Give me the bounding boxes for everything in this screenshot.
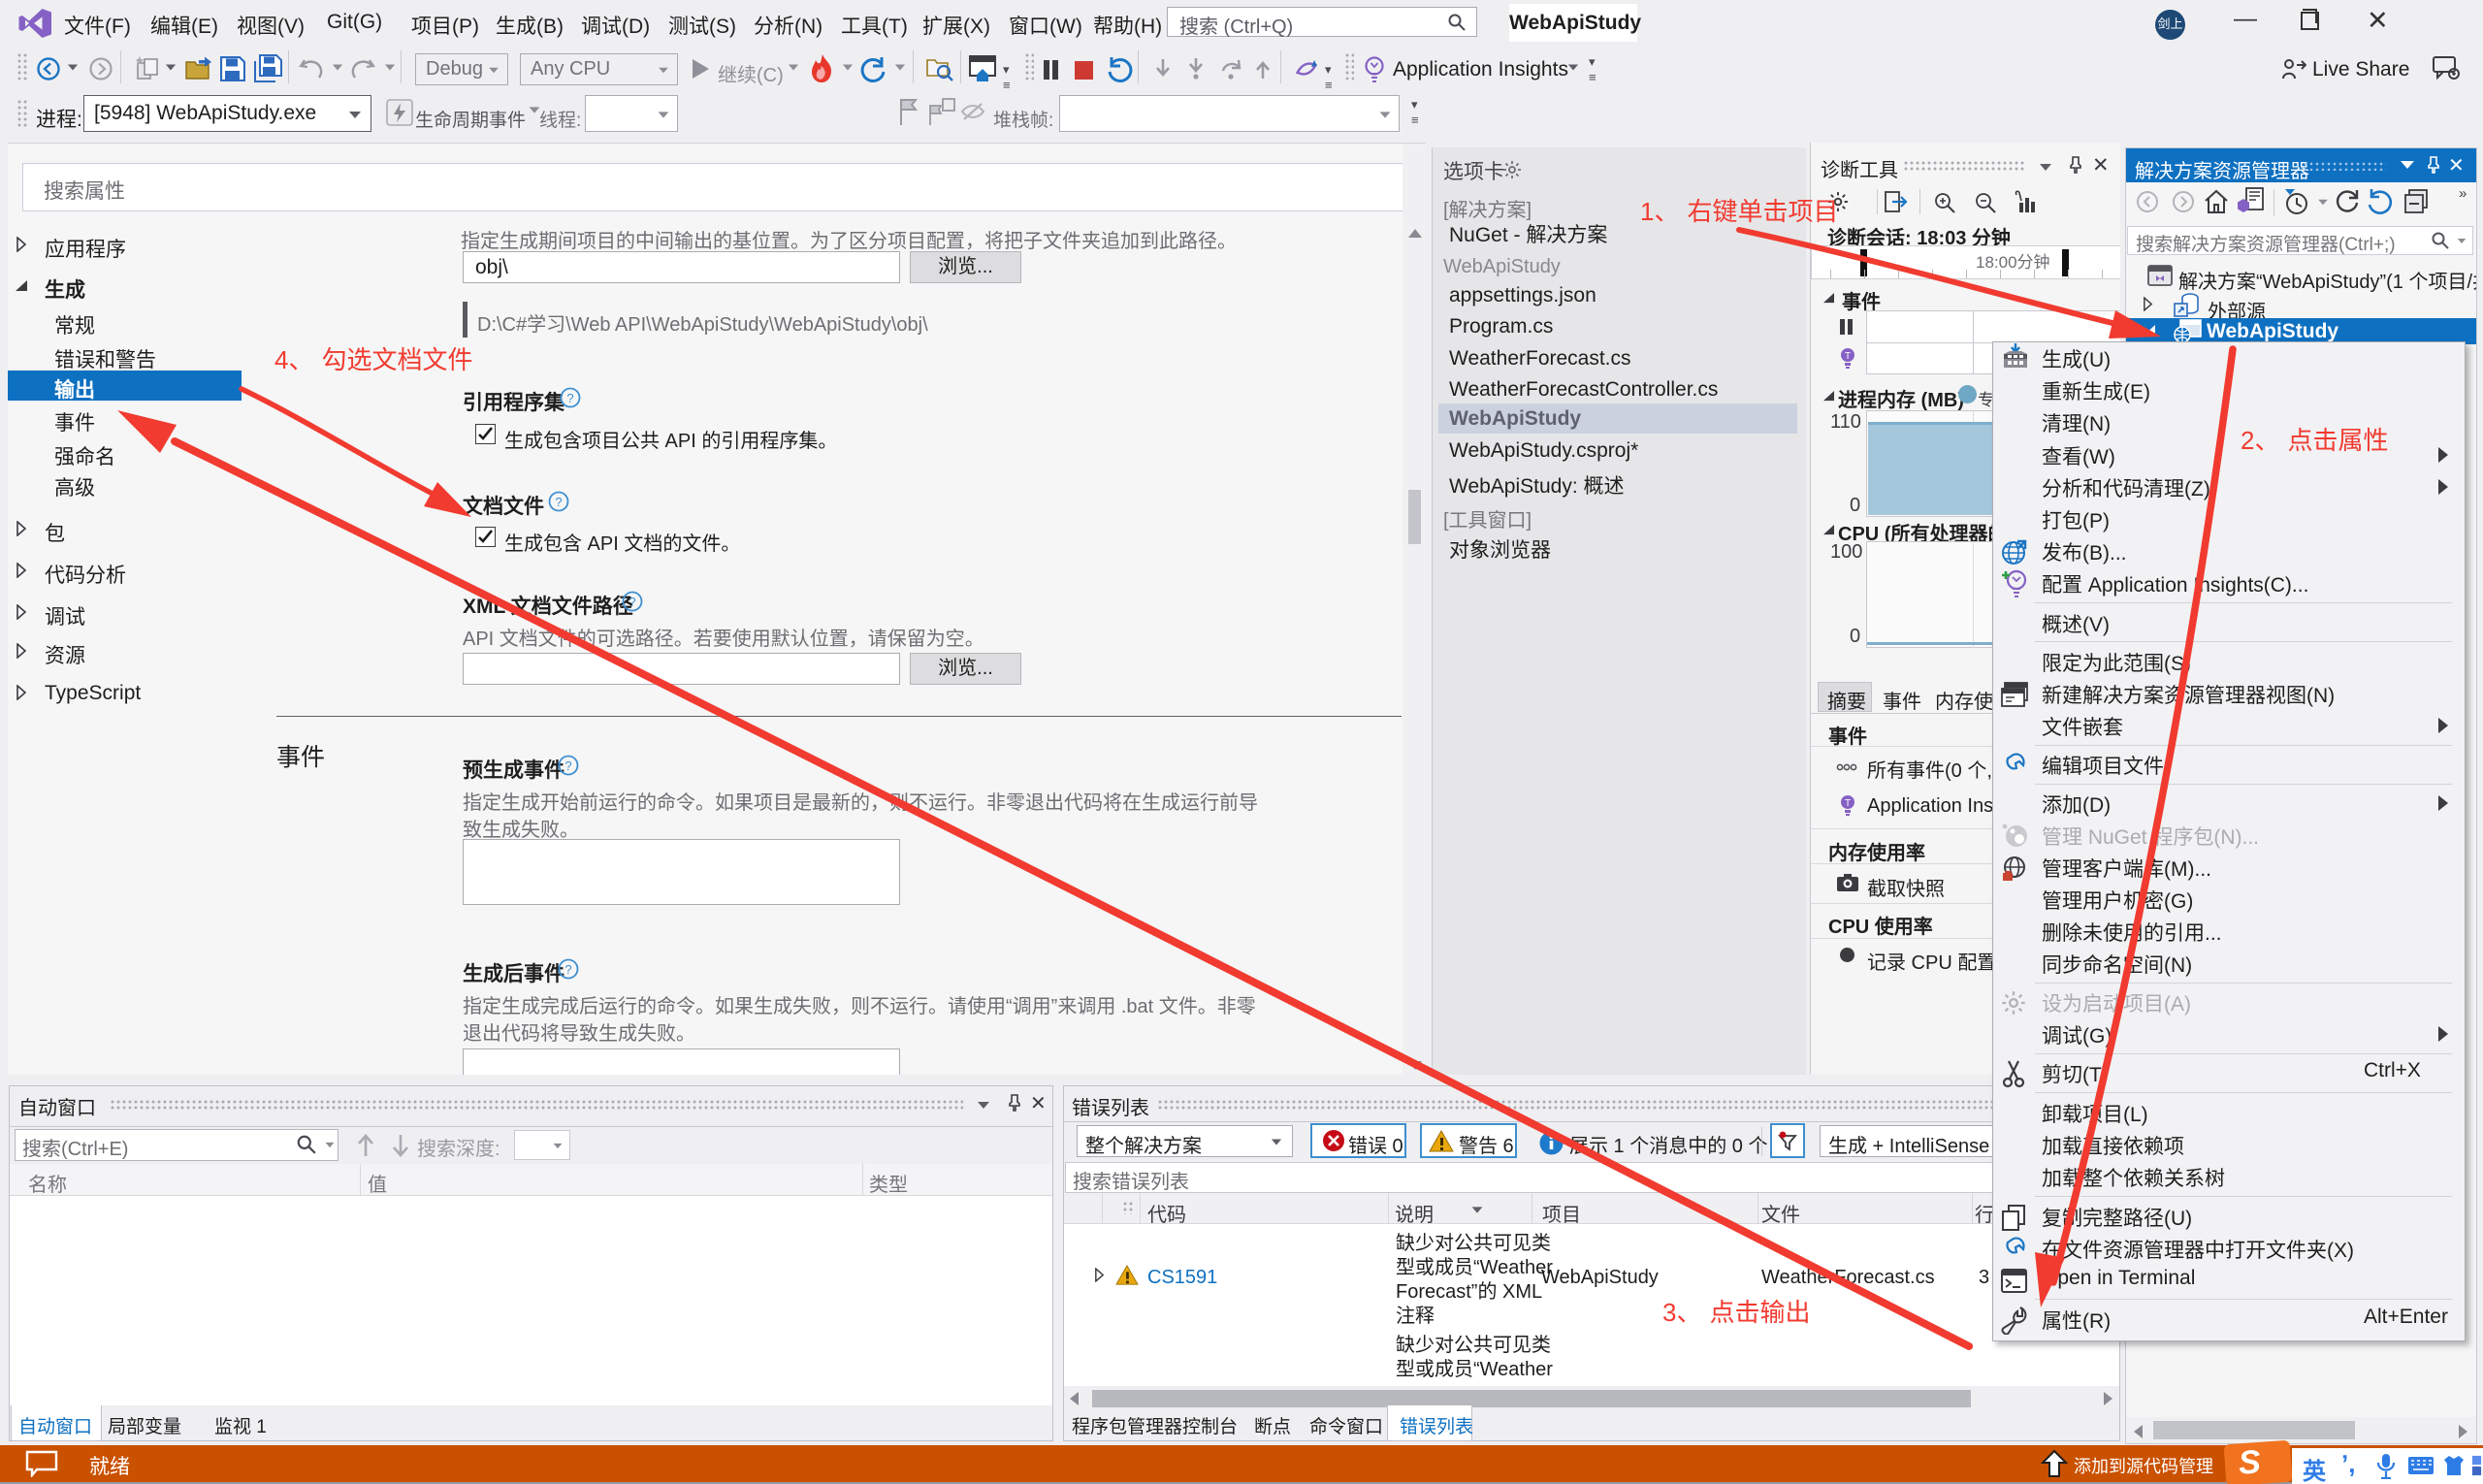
svg-text:1、右键单击项目: 1、 右键单击项目: [1640, 197, 1838, 226]
svg-text:2、点击属性: 2、 点击属性: [2241, 426, 2388, 455]
svg-text:4、勾选文档文件: 4、 勾选文档文件: [274, 345, 472, 374]
svg-text:3、点击输出: 3、 点击输出: [1662, 1298, 1810, 1327]
